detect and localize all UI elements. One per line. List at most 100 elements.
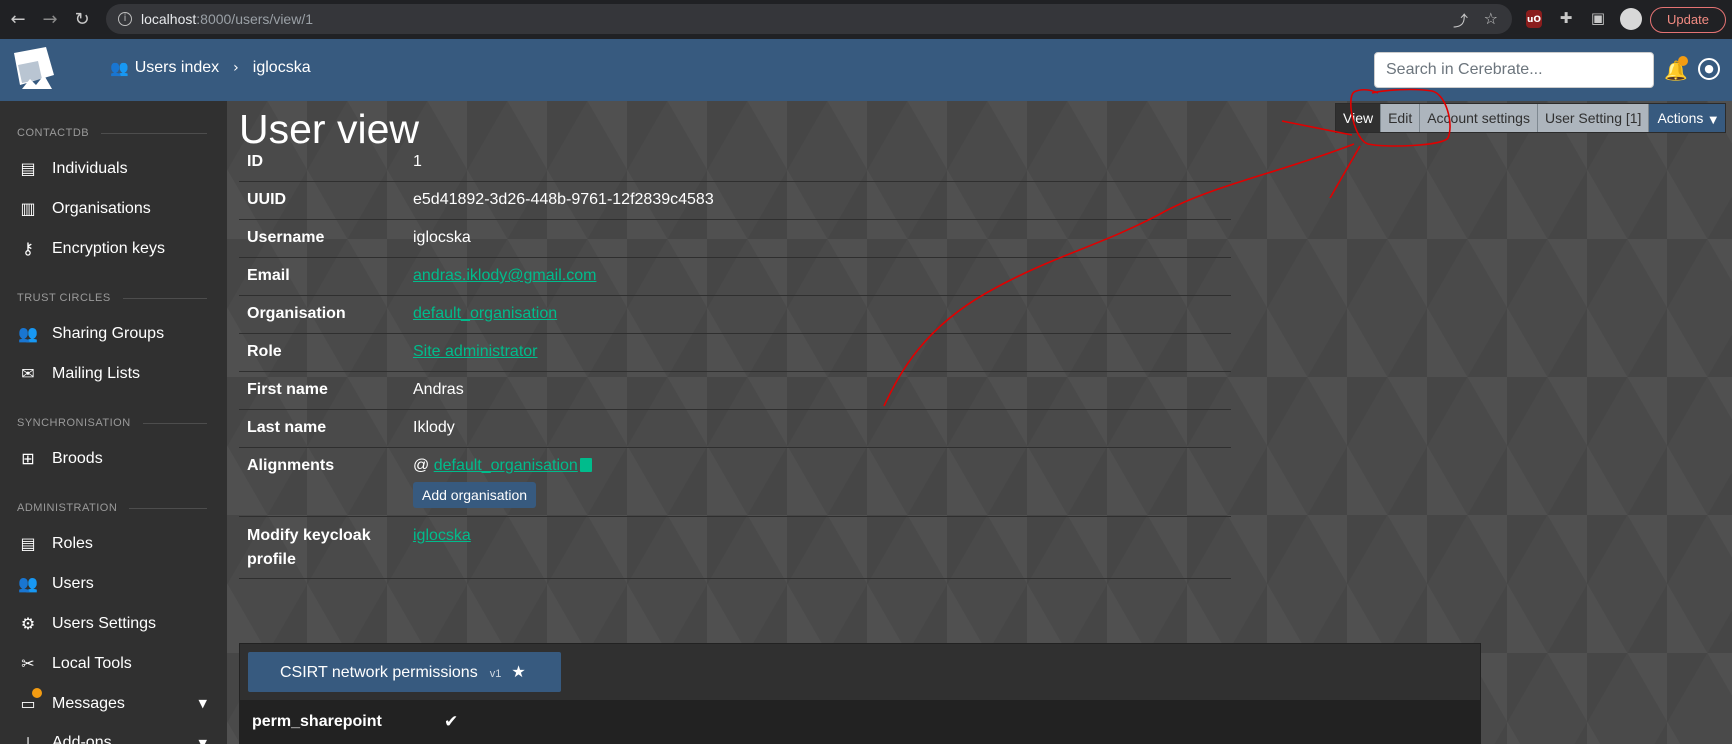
sidebar-item-label: Add-ons [52, 734, 112, 744]
meta-template-tab[interactable]: CSIRT network permissions v1 ★ [248, 652, 561, 692]
sidebar-item-broods[interactable]: ⊞ Broods [17, 449, 217, 468]
sidebar-item-label: Sharing Groups [52, 324, 165, 342]
table-row: Username iglocska [239, 220, 1231, 258]
sidebar-item-users[interactable]: 👥 Users [17, 574, 217, 593]
sidebar-item-label: Users [52, 574, 94, 592]
add-organisation-button[interactable]: Add organisation [413, 482, 537, 508]
sidebar-item-users-settings[interactable]: ⚙ Users Settings [17, 614, 217, 633]
table-row: perm_sharepoint ✔ [240, 700, 1480, 744]
alignment-prefix: @ [413, 457, 430, 474]
mail-bulk-icon: ✉ [21, 364, 35, 383]
meta-template-name: CSIRT network permissions [280, 664, 478, 681]
sidebar-item-label: Broods [52, 449, 103, 467]
url-path: :8000/users/view/1 [196, 11, 313, 27]
view-button[interactable]: View [1336, 104, 1382, 132]
profile-avatar-icon[interactable] [1620, 8, 1642, 30]
bookmark-star-icon[interactable]: ☆ [1484, 9, 1498, 28]
caret-down-icon[interactable]: ▼ [199, 697, 207, 710]
actions-dropdown[interactable]: Actions ▼ [1649, 104, 1726, 132]
table-row: Alignments @ default_organisation Add or… [239, 448, 1231, 517]
meta-template-panel: CSIRT network permissions v1 ★ perm_sharep… [239, 643, 1481, 744]
user-details-table: ID 1 UUID e5d41892-3d26-448b-9761-12f283… [239, 144, 1231, 579]
account-icon[interactable]: ● [1698, 58, 1720, 80]
share-icon[interactable]: ⤴ [1453, 10, 1468, 31]
sidebar-item-encryption-keys[interactable]: ⚷ Encryption keys [17, 239, 217, 258]
table-row: Modify keycloak profile iglocska [239, 517, 1231, 579]
sidebar-heading-trust-circles: TRUST CIRCLES [17, 292, 207, 304]
check-icon: ✔ [444, 712, 459, 732]
keycloak-profile-link[interactable]: iglocska [413, 527, 471, 544]
sidebar: CONTACTDB ▤ Individuals ▥ Organisations … [0, 101, 227, 744]
account-settings-button[interactable]: Account settings [1420, 104, 1538, 132]
sidebar-item-add-ons[interactable]: ⏚ Add-ons ▼ [17, 731, 217, 744]
update-button[interactable]: Update [1650, 7, 1726, 33]
sidebar-item-roles[interactable]: ▤ Roles [17, 534, 217, 553]
cerebrate-logo[interactable] [8, 45, 60, 93]
table-row: First name Andras [239, 372, 1231, 410]
breadcrumb-users-index[interactable]: Users index [135, 59, 219, 77]
sidebar-item-label: Encryption keys [52, 239, 165, 257]
users-icon: 👥 [18, 324, 38, 343]
breadcrumb-current: iglocska [252, 59, 311, 76]
field-label: Email [247, 267, 290, 284]
messages-badge-dot [32, 688, 42, 698]
alignment-organisation-link[interactable]: default_organisation [434, 457, 578, 474]
table-row: UUID e5d41892-3d26-448b-9761-12f2839c458… [239, 182, 1231, 220]
address-bar[interactable]: i localhost:8000/users/view/1 ⤴ ☆ [106, 4, 1512, 34]
sidebar-item-mailing-lists[interactable]: ✉ Mailing Lists [17, 364, 217, 383]
table-row: Last name Iklody [239, 410, 1231, 448]
field-label: ID [247, 153, 263, 170]
sidebar-item-label: Organisations [52, 199, 151, 217]
sidebar-heading-synchronisation: SYNCHRONISATION [17, 417, 207, 429]
site-info-icon[interactable]: i [118, 12, 132, 26]
actions-label: Actions [1657, 110, 1704, 126]
sidebar-item-label: Individuals [52, 159, 128, 177]
sidebar-item-local-tools[interactable]: ✂ Local Tools [17, 654, 217, 673]
sidebar-item-messages[interactable]: ▭ Messages ▼ [17, 688, 217, 713]
back-arrow-icon[interactable]: ← [8, 9, 28, 30]
field-label: Alignments [247, 457, 335, 474]
inbox-icon: ▭ [17, 688, 42, 713]
view-actions-bar: View Edit Account settings User Setting … [1335, 103, 1727, 133]
ublock-icon[interactable]: uO [1526, 10, 1542, 28]
users-icon: 👥 [110, 59, 129, 77]
sidebar-item-label: Messages [52, 694, 125, 712]
trash-icon[interactable] [579, 458, 592, 472]
edit-button[interactable]: Edit [1381, 104, 1421, 132]
caret-down-icon[interactable]: ▼ [199, 737, 207, 744]
sidebar-item-label: Mailing Lists [52, 364, 141, 382]
search-input[interactable]: Search in Cerebrate... [1374, 52, 1654, 88]
sidebar-item-sharing-groups[interactable]: 👥 Sharing Groups [17, 324, 217, 343]
field-label: Last name [247, 419, 327, 436]
forward-arrow-icon[interactable]: → [40, 9, 60, 30]
field-value: Andras [413, 381, 464, 398]
field-label: Role [247, 343, 282, 360]
user-setting-button[interactable]: User Setting [1] [1537, 104, 1650, 132]
table-row: ID 1 [239, 144, 1231, 182]
sidebar-heading-administration: ADMINISTRATION [17, 502, 207, 514]
sidebar-item-label: Users Settings [52, 614, 157, 632]
tools-icon: ✂ [21, 654, 35, 673]
extensions-puzzle-icon[interactable]: ✚ [1556, 9, 1576, 29]
main-content: User view View Edit Account settings Use… [227, 101, 1732, 744]
sidebar-item-individuals[interactable]: ▤ Individuals [17, 159, 217, 178]
email-link[interactable]: andras.iklody@gmail.com [413, 267, 596, 284]
reload-icon[interactable]: ↻ [72, 9, 92, 30]
side-panel-icon[interactable]: ▣ [1588, 9, 1608, 29]
user-cog-icon: ⚙ [20, 614, 36, 633]
notification-dot [1678, 56, 1688, 66]
field-value: Iklody [413, 419, 455, 436]
role-link[interactable]: Site administrator [413, 343, 538, 360]
app-header: 👥 Users index › iglocska Search in Cereb… [0, 39, 1732, 101]
field-label: UUID [247, 191, 287, 208]
url-text: localhost:8000/users/view/1 [141, 11, 313, 27]
users-icon: 👥 [18, 574, 38, 593]
sidebar-heading-contactdb: CONTACTDB [17, 127, 207, 139]
bell-icon[interactable]: 🔔 [1664, 56, 1688, 82]
breadcrumb: 👥 Users index › iglocska [110, 59, 311, 77]
sidebar-item-organisations[interactable]: ▥ Organisations [17, 199, 217, 218]
table-row: Organisation default_organisation [239, 296, 1231, 334]
field-label: Username [247, 229, 325, 246]
organisation-link[interactable]: default_organisation [413, 305, 557, 322]
table-row: Role Site administrator [239, 334, 1231, 372]
